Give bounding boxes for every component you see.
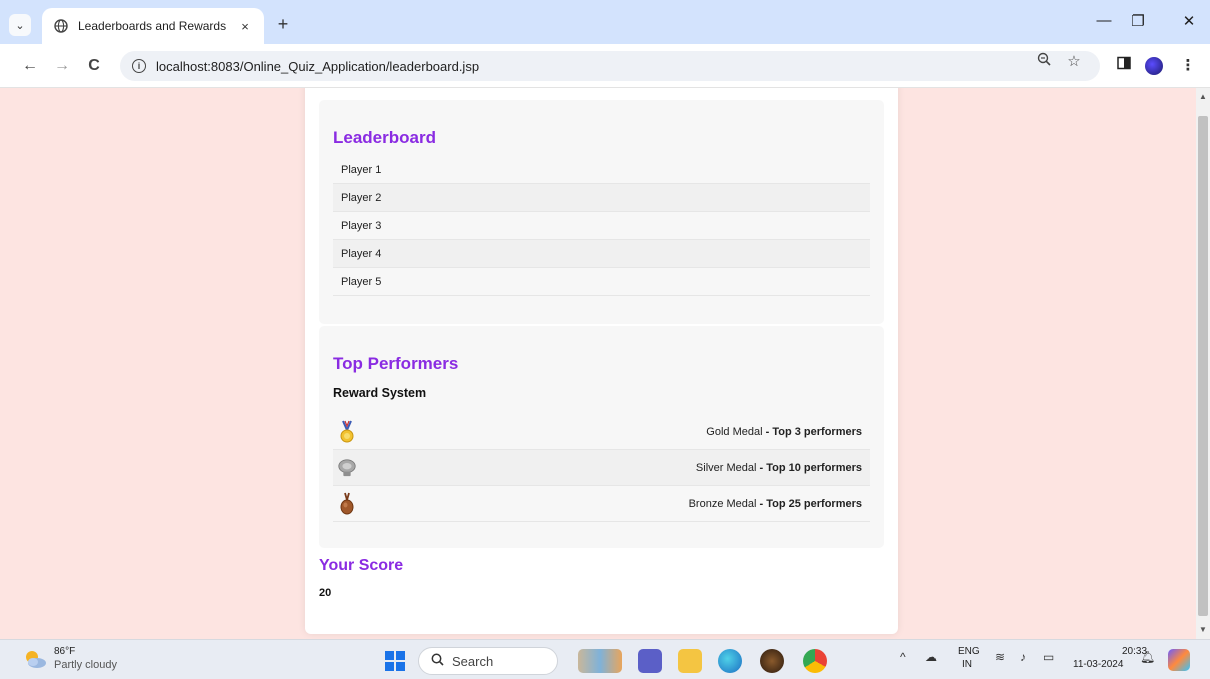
zoom-icon[interactable] bbox=[1033, 52, 1055, 70]
teams-app-icon[interactable] bbox=[638, 649, 662, 673]
leaderboard-title: Leaderboard bbox=[333, 128, 436, 147]
page-scrollbar[interactable]: ▲ ▼ bbox=[1196, 88, 1210, 639]
taskbar-search[interactable]: Search bbox=[418, 647, 558, 675]
gold-medal-icon bbox=[337, 420, 357, 444]
globe-icon bbox=[54, 19, 68, 33]
language-indicator[interactable]: ENG bbox=[958, 646, 980, 657]
new-tab-button[interactable]: + bbox=[272, 14, 294, 34]
tab-strip: ⌄ Leaderboards and Rewards × + — ❐ ✕ bbox=[0, 0, 1210, 44]
tab-title: Leaderboards and Rewards bbox=[78, 19, 227, 33]
list-item: Player 5 bbox=[333, 268, 870, 296]
top-performers-title: Top Performers bbox=[333, 354, 459, 373]
scroll-thumb[interactable] bbox=[1198, 116, 1208, 616]
reload-button[interactable]: C bbox=[84, 56, 104, 76]
tab-leaderboards[interactable]: Leaderboards and Rewards × bbox=[42, 8, 264, 44]
copilot-icon[interactable] bbox=[1168, 649, 1190, 671]
list-item: Player 4 bbox=[333, 240, 870, 268]
widgets-app-icon[interactable] bbox=[578, 649, 622, 673]
silver-medal-icon bbox=[337, 456, 357, 480]
list-item: Player 3 bbox=[333, 212, 870, 240]
windows-start-icon[interactable] bbox=[385, 651, 405, 671]
reward-row-bronze: Bronze Medal - Top 25 performers bbox=[333, 486, 870, 522]
bronze-medal-icon bbox=[337, 492, 357, 516]
chrome-browser-icon[interactable] bbox=[803, 649, 827, 673]
your-score-title: Your Score bbox=[319, 557, 404, 574]
back-button[interactable]: ← bbox=[20, 56, 40, 76]
reward-list: Gold Medal - Top 3 performers Silver Med… bbox=[333, 414, 870, 522]
bookmark-star-icon[interactable]: ☆ bbox=[1063, 52, 1085, 70]
os-taskbar: 86°F Partly cloudy Search ^ ☁ ENG IN ≋ ♪… bbox=[0, 639, 1210, 679]
content-card: Leaderboard Player 1 Player 2 Player 3 P… bbox=[305, 88, 898, 634]
forward-button[interactable]: → bbox=[52, 56, 72, 76]
list-item: Player 1 bbox=[333, 156, 870, 184]
weather-description: Partly cloudy bbox=[54, 659, 117, 671]
weather-icon[interactable] bbox=[22, 648, 48, 670]
profile-avatar[interactable] bbox=[1145, 57, 1163, 75]
url-text: localhost:8083/Online_Quiz_Application/l… bbox=[156, 58, 480, 74]
leaderboard-panel: Leaderboard Player 1 Player 2 Player 3 P… bbox=[319, 100, 884, 324]
app-icon[interactable] bbox=[760, 649, 784, 673]
notification-bell-icon[interactable]: 🔔︎ bbox=[1140, 650, 1155, 664]
language-region: IN bbox=[962, 659, 972, 670]
volume-icon[interactable]: ♪ bbox=[1020, 650, 1026, 664]
address-bar[interactable]: i localhost:8083/Online_Quiz_Application… bbox=[120, 51, 1100, 81]
more-menu-icon[interactable]: ⋮ bbox=[1177, 56, 1199, 76]
reward-text-gold: Gold Medal - Top 3 performers bbox=[706, 425, 862, 438]
reward-system-heading: Reward System bbox=[333, 386, 427, 400]
list-item: Player 2 bbox=[333, 184, 870, 212]
tab-search-chevron-icon[interactable]: ⌄ bbox=[9, 14, 31, 36]
tray-overflow-chevron-icon[interactable]: ^ bbox=[900, 650, 906, 664]
top-performers-panel: Top Performers Reward System Gold Medal … bbox=[319, 326, 884, 548]
battery-icon[interactable]: ▭ bbox=[1043, 650, 1054, 664]
restore-button[interactable]: ❐ bbox=[1126, 12, 1150, 30]
tab-close-icon[interactable]: × bbox=[234, 19, 256, 34]
site-info-icon[interactable]: i bbox=[132, 59, 146, 73]
file-explorer-icon[interactable] bbox=[678, 649, 702, 673]
search-icon bbox=[431, 653, 444, 669]
weather-temperature: 86°F bbox=[54, 646, 76, 657]
clock-date[interactable]: 11-03-2024 bbox=[1073, 659, 1123, 670]
reward-row-silver: Silver Medal - Top 10 performers bbox=[333, 450, 870, 486]
leaderboard-list: Player 1 Player 2 Player 3 Player 4 Play… bbox=[333, 156, 870, 296]
onedrive-icon[interactable]: ☁ bbox=[925, 650, 937, 664]
minimize-button[interactable]: — bbox=[1092, 12, 1116, 29]
reward-text-bronze: Bronze Medal - Top 25 performers bbox=[688, 497, 862, 510]
search-placeholder: Search bbox=[452, 653, 494, 669]
reward-text-silver: Silver Medal - Top 10 performers bbox=[695, 461, 862, 474]
wifi-icon[interactable]: ≋ bbox=[995, 650, 1005, 664]
browser-toolbar: ← → C i localhost:8083/Online_Quiz_Appli… bbox=[0, 44, 1210, 88]
close-window-button[interactable]: ✕ bbox=[1177, 12, 1201, 30]
edge-browser-icon[interactable] bbox=[718, 649, 742, 673]
scroll-up-arrow-icon[interactable]: ▲ bbox=[1196, 90, 1210, 104]
scroll-down-arrow-icon[interactable]: ▼ bbox=[1196, 623, 1210, 637]
side-panel-icon[interactable] bbox=[1113, 56, 1135, 76]
reward-row-gold: Gold Medal - Top 3 performers bbox=[333, 414, 870, 450]
page-viewport: Leaderboard Player 1 Player 2 Player 3 P… bbox=[0, 88, 1196, 639]
score-value: 20 bbox=[319, 587, 332, 599]
